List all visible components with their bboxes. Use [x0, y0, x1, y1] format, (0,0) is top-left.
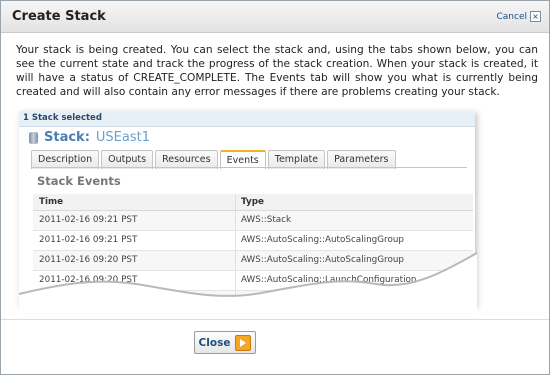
row-type: AWS::AutoScaling::AutoScalingGroup — [241, 255, 405, 265]
stack-heading: Stack: USEast1 — [29, 130, 150, 145]
create-stack-dialog: Create Stack Cancel × Your stack is bein… — [0, 0, 550, 375]
row-time: 2011-02-16 09:21 PST — [33, 231, 236, 250]
dialog-titlebar: Create Stack Cancel × — [1, 1, 549, 33]
table-row[interactable]: 2011-02-16 09:21 PST AWS::Stack — [33, 211, 473, 231]
row-type: AWS::Stack — [241, 215, 292, 225]
row-time: 2011-02-16 09:20 PST — [33, 271, 236, 290]
row-time: 2011-02-16 09:21 PST — [33, 211, 236, 230]
row-type: AWS::AutoScaling::LaunchConfiguration — [241, 275, 417, 285]
arrow-right-icon — [235, 334, 252, 351]
table-row[interactable]: 2011-02-16 09:21 PST AWS::AutoScaling::A… — [33, 231, 473, 251]
close-button-label: Close — [198, 336, 231, 349]
close-icon[interactable]: × — [530, 11, 541, 22]
table-row[interactable]: 2011-02-16 09:20 PST AWS::AutoScaling::L… — [33, 271, 473, 291]
events-table: Time Type 2011-02-16 09:21 PST AWS::Stac… — [33, 194, 473, 306]
section-title: Stack Events — [37, 174, 121, 188]
intro-text: Your stack is being created. You can sel… — [16, 44, 538, 98]
stack-name: USEast1 — [95, 130, 150, 145]
row-type — [236, 291, 473, 306]
dialog-title: Create Stack — [12, 9, 106, 24]
cancel-button[interactable]: Cancel × — [496, 11, 541, 22]
stack-prefix: Stack: — [44, 130, 90, 145]
row-time: 2011-02-16 09:20 PST — [33, 251, 236, 270]
database-icon — [29, 131, 38, 144]
cancel-label: Cancel — [496, 11, 528, 22]
footer-divider — [1, 319, 549, 320]
selection-count: 1 Stack selected — [19, 111, 475, 127]
column-header-type[interactable]: Type — [236, 194, 473, 210]
row-time: 2011-02-16 09:20 PST — [33, 291, 236, 306]
table-row[interactable]: 2011-02-16 09:20 PST AWS::AutoScaling::A… — [33, 251, 473, 271]
column-header-time[interactable]: Time — [33, 194, 236, 210]
table-row[interactable]: 2011-02-16 09:20 PST — [33, 291, 473, 306]
stack-preview-panel: 1 Stack selected Stack: USEast1 Descript… — [19, 111, 475, 306]
tab-divider — [31, 167, 467, 168]
close-button[interactable]: Close — [194, 331, 256, 354]
table-header: Time Type — [33, 194, 473, 211]
row-type: AWS::AutoScaling::AutoScalingGroup — [241, 235, 405, 245]
